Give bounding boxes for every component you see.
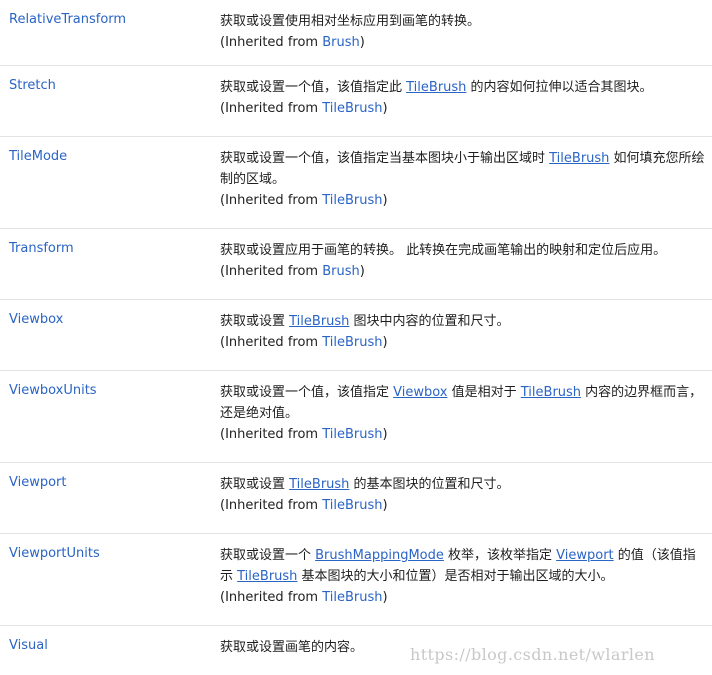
inherited-prefix: (Inherited from [220, 193, 323, 208]
type-link[interactable]: TileBrush [237, 569, 297, 584]
description-text: 获取或设置使用相对坐标应用到画笔的转换。 [220, 11, 706, 32]
property-description: 获取或设置 TileBrush 图块中内容的位置和尺寸。 (Inherited f… [220, 311, 706, 353]
property-row: TileMode 获取或设置一个值，该值指定当基本图块小于输出区域时 TileBr… [0, 137, 712, 229]
property-description: 获取或设置 TileBrush 的基本图块的位置和尺寸。 (Inherited f… [220, 474, 706, 516]
inherited-prefix: (Inherited from [220, 498, 323, 513]
inherited-suffix: ) [359, 264, 365, 279]
property-name-link[interactable]: Transform [9, 240, 74, 258]
property-description: 获取或设置一个 BrushMappingMode 枚举，该枚举指定 Viewpo… [220, 545, 706, 608]
inherited-from: (Inherited from TileBrush) [220, 190, 706, 211]
description-text: 获取或设置 TileBrush 图块中内容的位置和尺寸。 [220, 311, 706, 332]
inherited-base-link[interactable]: TileBrush [322, 427, 382, 442]
inherited-prefix: (Inherited from [220, 335, 323, 350]
type-link[interactable]: TileBrush [289, 314, 349, 329]
description-segment: 获取或设置一个值，该值指定此 [220, 80, 407, 95]
description-segment: 值是相对于 [447, 385, 521, 400]
inherited-prefix: (Inherited from [220, 264, 323, 279]
type-link[interactable]: TileBrush [289, 477, 349, 492]
inherited-prefix: (Inherited from [220, 590, 323, 605]
property-description: 获取或设置一个值，该值指定此 TileBrush 的内容如何拉伸以适合其图块。(… [220, 77, 706, 119]
inherited-from: (Inherited from TileBrush) [220, 587, 706, 608]
inherited-suffix: ) [382, 335, 388, 350]
property-name-link[interactable]: Visual [9, 637, 48, 655]
inherited-base-link[interactable]: TileBrush [322, 590, 382, 605]
inherited-base-link[interactable]: TileBrush [322, 335, 382, 350]
description-text: 获取或设置一个值，该值指定当基本图块小于输出区域时 TileBrush 如何填充… [220, 148, 706, 190]
description-segment: 的内容如何拉伸以适合其图块。 [466, 80, 653, 95]
type-link[interactable]: TileBrush [406, 80, 466, 95]
inherited-base-link[interactable]: TileBrush [322, 498, 382, 513]
property-name-link[interactable]: Viewbox [9, 311, 63, 329]
inherited-prefix: (Inherited from [220, 101, 323, 116]
description-text: 获取或设置 TileBrush 的基本图块的位置和尺寸。 [220, 474, 706, 495]
property-name-link[interactable]: TileMode [9, 148, 67, 166]
type-link[interactable]: TileBrush [549, 151, 609, 166]
description-text: 获取或设置应用于画笔的转换。 此转换在完成画笔输出的映射和定位后应用。 [220, 240, 706, 261]
description-segment: 获取或设置 [220, 314, 290, 329]
property-row: Viewbox 获取或设置 TileBrush 图块中内容的位置和尺寸。 (Inhe… [0, 300, 712, 371]
property-description: 获取或设置一个值，该值指定当基本图块小于输出区域时 TileBrush 如何填充… [220, 148, 706, 211]
inherited-from: (Inherited from TileBrush) [220, 332, 706, 353]
inherited-suffix: ) [382, 590, 388, 605]
description-segment: 获取或设置一个 [220, 548, 316, 563]
inherited-suffix: ) [382, 101, 388, 116]
properties-table: RelativeTransform 获取或设置使用相对坐标应用到画笔的转换。 (In… [0, 0, 712, 675]
description-segment: 获取或设置一个值，该值指定当基本图块小于输出区域时 [220, 151, 550, 166]
description-segment: 获取或设置一个值，该值指定 [220, 385, 394, 400]
property-row: RelativeTransform 获取或设置使用相对坐标应用到画笔的转换。 (In… [0, 0, 712, 66]
description-segment: 图块中内容的位置和尺寸。 [349, 314, 510, 329]
inherited-prefix: (Inherited from [220, 35, 323, 50]
description-segment: 枚举，该枚举指定 [443, 548, 557, 563]
description-segment: 获取或设置应用于画笔的转换。 此转换在完成画笔输出的映射和定位后应用。 [220, 243, 667, 258]
inherited-suffix: ) [359, 35, 365, 50]
inherited-base-link[interactable]: TileBrush [322, 193, 382, 208]
property-description: 获取或设置使用相对坐标应用到画笔的转换。 (Inherited from Brus… [220, 11, 706, 53]
property-row: ViewportUnits 获取或设置一个 BrushMappingMode 枚举… [0, 534, 712, 626]
description-segment: 获取或设置 [220, 477, 290, 492]
inherited-prefix: (Inherited from [220, 427, 323, 442]
inherited-from: (Inherited from TileBrush) [220, 424, 706, 445]
property-row: Stretch 获取或设置一个值，该值指定此 TileBrush 的内容如何拉伸以… [0, 66, 712, 137]
inherited-from: (Inherited from TileBrush) [220, 98, 706, 119]
inherited-suffix: ) [382, 193, 388, 208]
description-text: 获取或设置一个值，该值指定此 TileBrush 的内容如何拉伸以适合其图块。 [220, 77, 706, 98]
inherited-base-link[interactable]: TileBrush [322, 101, 382, 116]
type-link[interactable]: Viewport [556, 548, 614, 563]
inherited-from: (Inherited from Brush) [220, 261, 706, 282]
property-name-link[interactable]: ViewboxUnits [9, 382, 97, 400]
inherited-from: (Inherited from TileBrush) [220, 495, 706, 516]
property-name-link[interactable]: Stretch [9, 77, 56, 95]
watermark-text: https://blog.csdn.net/wlarlen [410, 645, 655, 664]
inherited-base-link[interactable]: Brush [322, 35, 360, 50]
property-row: Viewport 获取或设置 TileBrush 的基本图块的位置和尺寸。 (Inh… [0, 463, 712, 534]
description-segment: 基本图块的大小和位置）是否相对于输出区域的大小。 [297, 569, 614, 584]
description-segment: 的基本图块的位置和尺寸。 [349, 477, 510, 492]
property-row: Transform 获取或设置应用于画笔的转换。 此转换在完成画笔输出的映射和定位… [0, 229, 712, 300]
property-name-link[interactable]: RelativeTransform [9, 11, 126, 29]
description-segment: 获取或设置画笔的内容。 [220, 640, 364, 655]
description-segment: 获取或设置使用相对坐标应用到画笔的转换。 [220, 14, 481, 29]
property-row: ViewboxUnits 获取或设置一个值，该值指定 Viewbox 值是相对于 … [0, 371, 712, 463]
type-link[interactable]: Viewbox [393, 385, 447, 400]
type-link[interactable]: BrushMappingMode [315, 548, 444, 563]
inherited-suffix: ) [382, 427, 388, 442]
property-description: 获取或设置应用于画笔的转换。 此转换在完成画笔输出的映射和定位后应用。 (Inhe… [220, 240, 706, 282]
description-text: 获取或设置一个值，该值指定 Viewbox 值是相对于 TileBrush 内容… [220, 382, 706, 424]
property-name-link[interactable]: Viewport [9, 474, 67, 492]
inherited-from: (Inherited from Brush) [220, 32, 706, 53]
property-name-link[interactable]: ViewportUnits [9, 545, 100, 563]
property-description: 获取或设置一个值，该值指定 Viewbox 值是相对于 TileBrush 内容… [220, 382, 706, 445]
inherited-base-link[interactable]: Brush [322, 264, 360, 279]
description-text: 获取或设置一个 BrushMappingMode 枚举，该枚举指定 Viewpo… [220, 545, 706, 587]
inherited-suffix: ) [382, 498, 388, 513]
type-link[interactable]: TileBrush [521, 385, 581, 400]
